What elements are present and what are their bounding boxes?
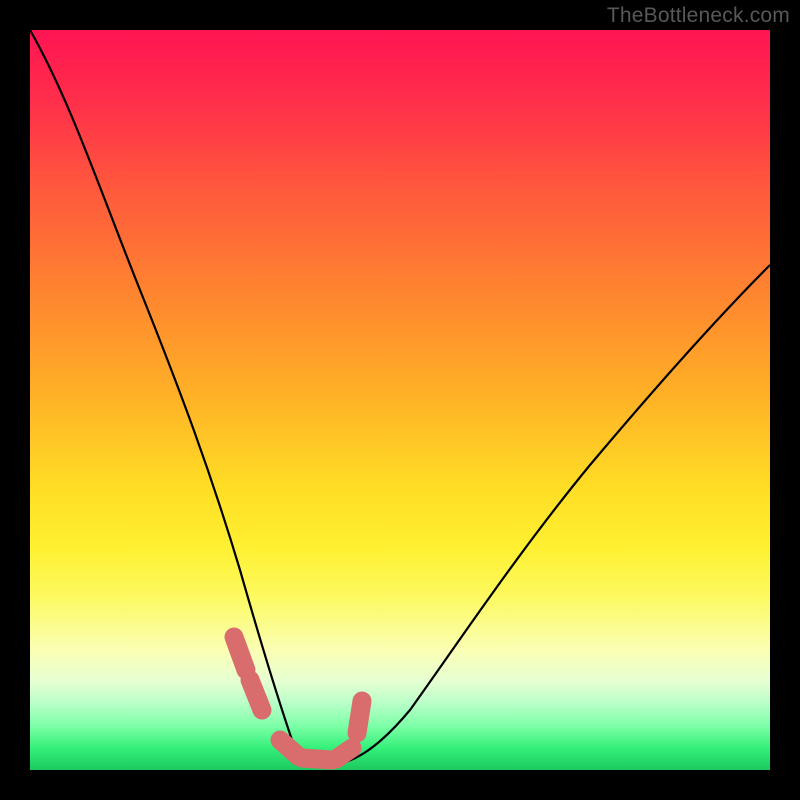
- marker-group: [234, 637, 362, 760]
- watermark-text: TheBottleneck.com: [607, 4, 790, 28]
- chart-frame: TheBottleneck.com: [0, 0, 800, 800]
- highlighted-range-markers: [30, 30, 770, 770]
- plot-area: [30, 30, 770, 770]
